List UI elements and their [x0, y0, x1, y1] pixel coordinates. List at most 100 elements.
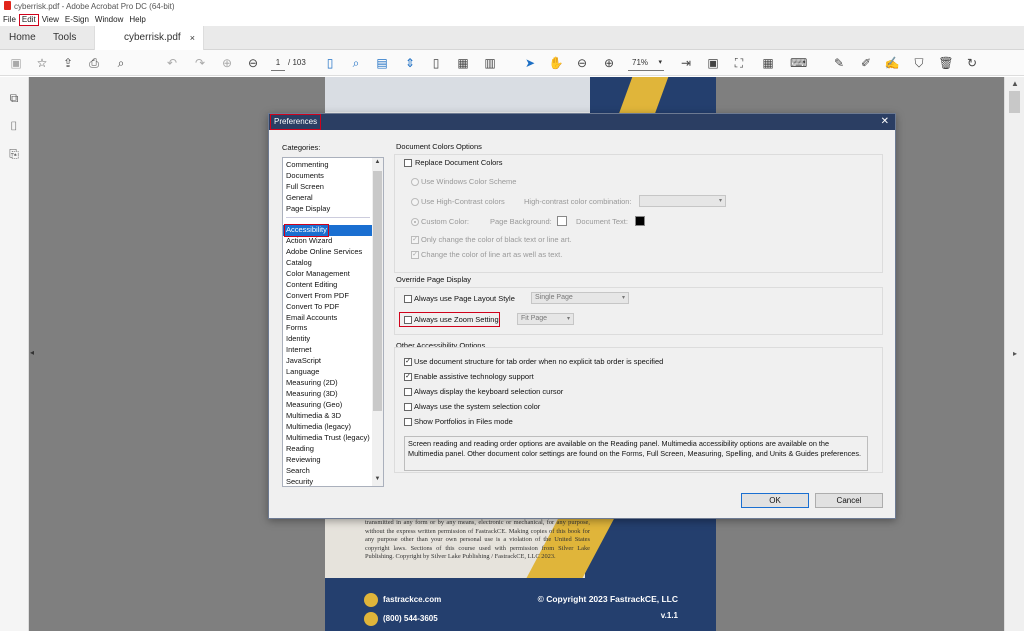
high-contrast-combo-select[interactable]: ▾: [639, 195, 726, 207]
category-catalog[interactable]: Catalog: [286, 258, 312, 269]
line-art-checkbox[interactable]: ✓: [411, 251, 419, 259]
fill-sign-icon[interactable]: ✍: [884, 55, 900, 71]
next-page-icon[interactable]: ⊖: [245, 55, 261, 71]
category-documents[interactable]: Documents: [286, 171, 324, 182]
page-layout-select[interactable]: Single Page ▾: [531, 292, 629, 304]
extract-icon[interactable]: ▤: [374, 55, 390, 71]
hand-tool-icon[interactable]: ✋: [548, 55, 564, 71]
doc-structure-checkbox[interactable]: ✓: [404, 358, 412, 366]
document-scrollbar[interactable]: ▲ ▸: [1004, 77, 1024, 631]
upload-icon[interactable]: ⇪: [60, 55, 76, 71]
category-language[interactable]: Language: [286, 367, 319, 378]
menu-window[interactable]: Window: [92, 13, 126, 26]
category-content-editing[interactable]: Content Editing: [286, 280, 337, 291]
category-color-management[interactable]: Color Management: [286, 269, 350, 280]
page-view-icon[interactable]: ▦: [760, 55, 776, 71]
single-page-icon[interactable]: ▯: [322, 55, 338, 71]
assistive-checkbox[interactable]: ✓: [404, 373, 412, 381]
high-contrast-radio[interactable]: [411, 198, 419, 206]
category-identity[interactable]: Identity: [286, 334, 310, 345]
category-multimedia-trust-legacy[interactable]: Multimedia Trust (legacy): [286, 433, 370, 444]
menu-edit[interactable]: Edit: [18, 14, 39, 26]
portfolios-checkbox[interactable]: [404, 418, 412, 426]
print-icon[interactable]: ⎙: [86, 55, 102, 71]
previous-page-icon[interactable]: ⊕: [219, 55, 235, 71]
expand-right-pane-icon[interactable]: ▸: [1005, 349, 1024, 358]
category-measuring-geo[interactable]: Measuring (Geo): [286, 400, 342, 411]
blank-page-icon[interactable]: ▯: [428, 55, 444, 71]
find-page-icon[interactable]: ⌕: [348, 55, 364, 71]
only-black-text-checkbox[interactable]: ✓: [411, 236, 419, 244]
tab-tools[interactable]: Tools: [53, 26, 76, 50]
system-cursor-checkbox[interactable]: [404, 403, 412, 411]
categories-scrollbar[interactable]: ▲ ▼: [372, 158, 383, 486]
zoom-select[interactable]: 71% ▾: [628, 56, 664, 71]
ok-button[interactable]: OK: [741, 493, 809, 508]
document-text-swatch[interactable]: [635, 216, 645, 226]
highlight-icon[interactable]: ✐: [858, 55, 874, 71]
categories-list[interactable]: Commenting Documents Full Screen General…: [282, 157, 384, 487]
comment-icon[interactable]: ✎: [831, 55, 847, 71]
category-measuring-3d[interactable]: Measuring (3D): [286, 389, 338, 400]
windows-scheme-radio[interactable]: [411, 178, 419, 186]
fit-height-icon[interactable]: ⇕: [402, 55, 418, 71]
category-convert-from-pdf[interactable]: Convert From PDF: [286, 291, 349, 302]
save-icon[interactable]: ▣: [8, 55, 24, 71]
rotate-icon[interactable]: ↻: [964, 55, 980, 71]
category-full-screen[interactable]: Full Screen: [286, 182, 324, 193]
menu-file[interactable]: File: [0, 13, 19, 26]
tab-home[interactable]: Home: [9, 26, 36, 50]
page-layout-checkbox[interactable]: [404, 295, 412, 303]
collapse-left-pane-icon[interactable]: ◂: [30, 348, 34, 357]
category-general[interactable]: General: [286, 193, 313, 204]
category-search[interactable]: Search: [286, 466, 310, 477]
scrollbar-thumb[interactable]: [1009, 91, 1020, 113]
search-icon[interactable]: ⌕: [113, 55, 129, 71]
category-reviewing[interactable]: Reviewing: [286, 455, 321, 466]
category-page-display[interactable]: Page Display: [286, 204, 330, 215]
category-multimedia-legacy[interactable]: Multimedia (legacy): [286, 422, 351, 433]
menu-view[interactable]: View: [39, 13, 62, 26]
zoom-setting-select[interactable]: Fit Page ▾: [517, 313, 574, 325]
delete-icon[interactable]: 🗑: [938, 55, 954, 71]
category-accessibility[interactable]: Accessibility: [284, 224, 329, 237]
menu-help[interactable]: Help: [126, 13, 148, 26]
page-background-swatch[interactable]: [557, 216, 567, 226]
category-action-wizard[interactable]: Action Wizard: [286, 236, 332, 247]
reading-mode-icon[interactable]: ⌨: [790, 55, 807, 71]
two-page-icon[interactable]: ▥: [482, 55, 498, 71]
category-security[interactable]: Security: [286, 477, 313, 486]
stamp-icon[interactable]: ⛉: [911, 55, 927, 71]
close-tab-icon[interactable]: ×: [190, 26, 195, 50]
category-convert-to-pdf[interactable]: Convert To PDF: [286, 302, 339, 313]
zoom-in-icon[interactable]: ⊕: [601, 55, 617, 71]
category-commenting[interactable]: Commenting: [286, 160, 329, 171]
page-thumbnails-icon[interactable]: ⧉: [7, 91, 21, 105]
category-measuring-2d[interactable]: Measuring (2D): [286, 378, 338, 389]
category-adobe-online-services[interactable]: Adobe Online Services: [286, 247, 362, 258]
full-screen-icon[interactable]: ⛶: [731, 55, 747, 71]
replace-colors-checkbox[interactable]: [404, 159, 412, 167]
custom-color-radio[interactable]: [411, 218, 419, 226]
keyboard-cursor-checkbox[interactable]: [404, 388, 412, 396]
menu-esign[interactable]: E-Sign: [62, 13, 92, 26]
category-reading[interactable]: Reading: [286, 444, 314, 455]
categories-scrollbar-thumb[interactable]: [373, 171, 382, 411]
fit-page-icon[interactable]: ⇥: [678, 55, 694, 71]
zoom-out-icon[interactable]: ⊖: [574, 55, 590, 71]
scroll-up-icon[interactable]: ▲: [1005, 79, 1024, 88]
attachment-icon[interactable]: ⎘: [7, 147, 21, 161]
category-forms[interactable]: Forms: [286, 323, 307, 334]
bookmark-icon[interactable]: ⌷: [7, 119, 21, 133]
scroll-down-icon[interactable]: ▼: [372, 476, 383, 482]
undo-icon[interactable]: ↶: [164, 55, 180, 71]
close-icon[interactable]: ✕: [881, 114, 889, 130]
scroll-up-icon[interactable]: ▲: [372, 159, 383, 165]
cancel-button[interactable]: Cancel: [815, 493, 883, 508]
category-javascript[interactable]: JavaScript: [286, 356, 321, 367]
page-number-input[interactable]: 1: [271, 56, 285, 71]
bookmark-star-icon[interactable]: ☆: [34, 55, 50, 71]
select-cursor-icon[interactable]: ➤: [522, 55, 538, 71]
redo-icon[interactable]: ↷: [192, 55, 208, 71]
organize-pages-icon[interactable]: ▦: [455, 55, 471, 71]
